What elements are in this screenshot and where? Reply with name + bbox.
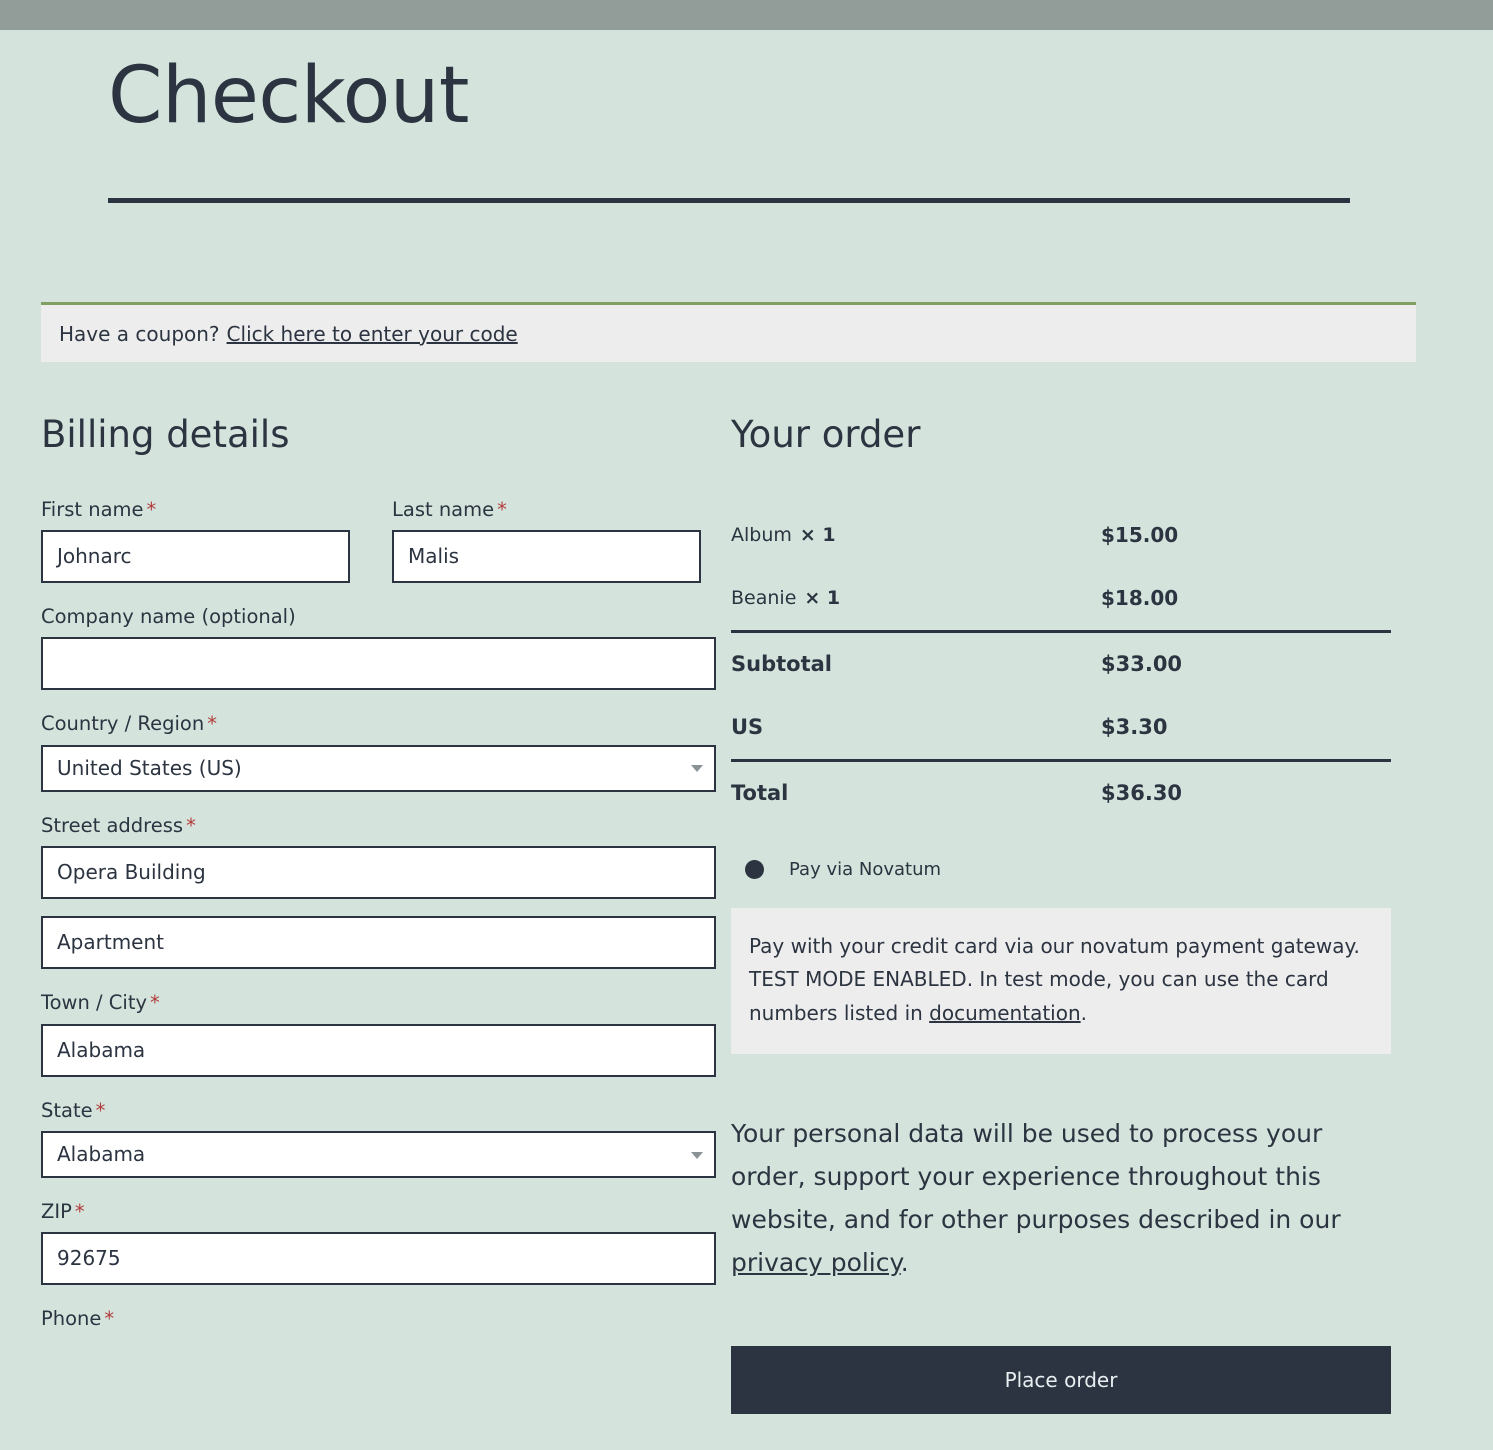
billing-details-column: Billing details First name * Johnarc Last… <box>0 413 716 1414</box>
state-field-group: State * Alabama <box>41 1099 716 1179</box>
phone-label: Phone * <box>41 1307 716 1330</box>
country-label: Country / Region * <box>41 712 716 735</box>
required-mark: * <box>146 497 157 521</box>
privacy-text-before: Your personal data will be used to proce… <box>731 1119 1341 1235</box>
order-item-title: Album <box>731 524 792 547</box>
city-field-group: Town / City * Alabama <box>41 991 716 1077</box>
state-label-text: State <box>41 1098 93 1122</box>
state-label: State * <box>41 1099 716 1122</box>
order-subtotal-row: Subtotal $33.00 <box>731 633 1391 696</box>
order-tax-row: US $3.30 <box>731 696 1391 759</box>
state-select[interactable]: Alabama <box>41 1131 716 1179</box>
city-input[interactable]: Alabama <box>41 1023 716 1077</box>
privacy-policy-notice: Your personal data will be used to proce… <box>731 1112 1371 1284</box>
place-order-button[interactable]: Place order <box>731 1346 1391 1415</box>
last-name-input[interactable]: Malis <box>392 530 701 584</box>
first-name-label-text: First name <box>41 497 144 521</box>
zip-input[interactable]: 92675 <box>41 1232 716 1286</box>
page-title: Checkout <box>108 51 469 141</box>
privacy-policy-link[interactable]: privacy policy <box>731 1248 901 1277</box>
required-mark: * <box>497 497 507 521</box>
country-label-text: Country / Region <box>41 712 205 736</box>
order-review-table: Album × 1 $15.00 Beanie × 1 $18.00 Subtota… <box>731 504 1391 825</box>
street-address-label-text: Street address <box>41 813 184 837</box>
required-mark: * <box>207 712 217 736</box>
zip-label: ZIP * <box>41 1200 716 1223</box>
order-item-name: Album × 1 <box>731 524 1101 546</box>
chevron-down-icon <box>691 765 703 773</box>
city-label: Town / City * <box>41 991 716 1014</box>
order-item-title: Beanie <box>731 587 797 610</box>
billing-details-heading: Billing details <box>41 413 290 456</box>
order-subtotal-label: Subtotal <box>731 652 832 677</box>
chevron-down-icon <box>691 1151 703 1159</box>
street-address-field-group: Street address * Opera Building Apartment <box>41 814 716 970</box>
order-tax-amount: $3.30 <box>1101 715 1168 740</box>
order-subtotal-amount: $33.00 <box>1101 652 1183 677</box>
zip-label-text: ZIP <box>41 1200 72 1224</box>
documentation-link[interactable]: documentation <box>929 1001 1080 1025</box>
street-address-input[interactable]: Opera Building <box>41 846 716 900</box>
name-row: First name * Johnarc Last name * Malis <box>41 498 716 605</box>
zip-field-group: ZIP * 92675 <box>41 1200 716 1286</box>
required-mark: * <box>150 991 160 1015</box>
payment-method-label: Pay via Novatum <box>789 858 942 880</box>
coupon-toggle-link[interactable]: Click here to enter your code <box>227 322 518 346</box>
country-select[interactable]: United States (US) <box>41 744 716 792</box>
country-field-group: Country / Region * United States (US) <box>41 712 716 792</box>
street-address-label: Street address * <box>41 814 716 837</box>
payment-description-suffix: . <box>1080 1000 1087 1025</box>
checkout-page: Checkout Have a coupon? Click here to en… <box>0 30 1493 1415</box>
required-mark: * <box>74 1200 85 1224</box>
required-mark: * <box>95 1098 106 1122</box>
phone-field-group: Phone * <box>41 1307 716 1330</box>
city-label-text: Town / City <box>41 991 148 1015</box>
last-name-label-text: Last name <box>392 497 495 521</box>
state-select-value: Alabama <box>57 1142 146 1167</box>
order-line-item: Album × 1 $15.00 <box>731 504 1391 567</box>
last-name-field-group: Last name * Malis <box>392 498 701 584</box>
company-input[interactable] <box>41 637 716 691</box>
radio-selected-icon[interactable] <box>745 859 764 879</box>
company-label: Company name (optional) <box>41 605 296 629</box>
first-name-label: First name * <box>41 498 350 521</box>
order-heading: Your order <box>731 413 921 456</box>
order-total-row: Total $36.30 <box>731 762 1391 825</box>
checkout-columns: Billing details First name * Johnarc Last… <box>0 413 1493 1415</box>
company-field-group: Company name (optional) <box>41 605 716 691</box>
coupon-notice: Have a coupon? Click here to enter your … <box>41 302 1416 362</box>
order-item-name: Beanie × 1 <box>731 587 1101 609</box>
title-divider <box>108 198 1350 203</box>
order-total-label: Total <box>731 781 789 806</box>
privacy-text-after: . <box>900 1248 909 1278</box>
coupon-prompt: Have a coupon? <box>59 321 220 346</box>
order-tax-label: US <box>731 715 764 740</box>
order-item-amount: $18.00 <box>1101 586 1179 611</box>
required-mark: * <box>104 1307 115 1331</box>
country-select-value: United States (US) <box>57 755 242 780</box>
order-summary-column: Your order Album × 1 $15.00 Beanie × 1 $18… <box>716 413 1493 1415</box>
payment-method-option[interactable]: Pay via Novatum <box>731 859 1493 880</box>
street-address-2-input[interactable]: Apartment <box>41 916 716 970</box>
top-bar <box>0 0 1493 30</box>
order-total-amount: $36.30 <box>1101 781 1183 806</box>
order-item-amount: $15.00 <box>1101 523 1179 548</box>
phone-label-text: Phone <box>41 1307 102 1331</box>
order-item-qty: × 1 <box>804 587 841 610</box>
order-line-item: Beanie × 1 $18.00 <box>731 567 1391 630</box>
first-name-input[interactable]: Johnarc <box>41 530 350 584</box>
order-item-qty: × 1 <box>799 524 836 547</box>
required-mark: * <box>186 813 196 837</box>
last-name-label: Last name * <box>392 498 701 521</box>
payment-method-description: Pay with your credit card via our novatu… <box>731 907 1391 1055</box>
first-name-field-group: First name * Johnarc <box>41 498 350 584</box>
